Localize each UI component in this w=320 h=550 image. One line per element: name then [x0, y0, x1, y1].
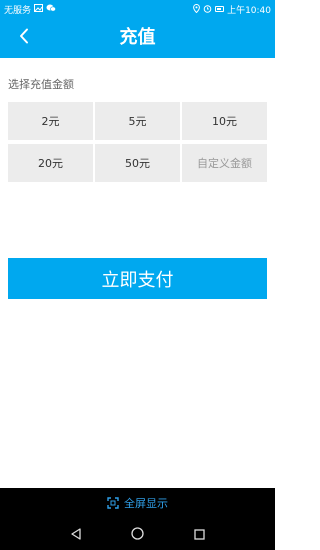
alarm-icon	[203, 4, 212, 15]
amount-grid: 2元 5元 10元 20元 50元 自定义金额	[8, 102, 267, 182]
recents-square-icon	[193, 525, 205, 544]
amount-option-10[interactable]: 10元	[182, 102, 267, 140]
image-icon	[34, 4, 44, 14]
fullscreen-icon	[107, 497, 119, 509]
status-right: 上午10:40	[193, 3, 271, 16]
amount-option-5[interactable]: 5元	[95, 102, 180, 140]
wechat-icon	[46, 4, 56, 14]
nav-recents-button[interactable]	[189, 524, 209, 544]
carrier-text: 无服务	[4, 5, 32, 16]
location-icon	[193, 3, 200, 15]
title-bar: 充值	[0, 18, 275, 58]
status-time: 上午10:40	[227, 5, 271, 16]
status-bar: 无服务 上午10:40	[0, 0, 275, 18]
nav-back-button[interactable]	[66, 524, 86, 544]
page-title: 充值	[119, 27, 156, 48]
amount-option-20[interactable]: 20元	[8, 144, 93, 182]
fullscreen-label: 全屏显示	[124, 497, 168, 510]
pay-now-button[interactable]: 立即支付	[8, 258, 267, 299]
amount-option-50[interactable]: 50元	[95, 144, 180, 182]
status-left: 无服务	[4, 3, 56, 16]
battery-icon	[215, 6, 225, 12]
back-triangle-icon	[70, 525, 82, 544]
section-label: 选择充值金额	[8, 78, 74, 91]
custom-amount-option[interactable]: 自定义金额	[182, 144, 267, 182]
nav-home-button[interactable]	[127, 524, 147, 544]
system-nav-bar	[0, 518, 275, 550]
home-circle-icon	[131, 525, 144, 544]
fullscreen-toggle[interactable]: 全屏显示	[0, 488, 275, 518]
amount-option-2[interactable]: 2元	[8, 102, 93, 140]
